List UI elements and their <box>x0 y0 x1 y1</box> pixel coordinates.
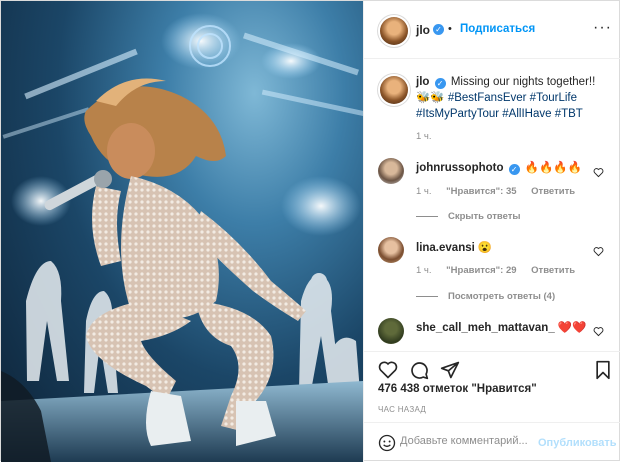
replies-divider <box>416 295 438 297</box>
post-photo[interactable] <box>1 1 363 462</box>
stage-performer-illustration <box>1 13 363 462</box>
verified-badge-icon: ✓ <box>433 24 444 35</box>
caption-verified-icon: ✓ <box>434 78 446 89</box>
comment-avatar[interactable] <box>378 237 404 263</box>
author-avatar[interactable] <box>380 17 408 45</box>
hashtag-link[interactable]: #AllIHave <box>502 108 551 120</box>
more-options-icon[interactable]: ··· <box>593 19 612 37</box>
hashtag-link[interactable]: #TBT <box>555 108 583 120</box>
comment-like-heart-icon[interactable] <box>593 246 604 257</box>
post-header: jlo ✓ • Подписаться ··· <box>364 1 620 59</box>
comment-bubble-icon[interactable] <box>409 360 429 380</box>
comment-username[interactable]: johnrussophoto <box>416 162 504 174</box>
comment-meta: 1 ч. "Нравится": 35 Ответить <box>416 186 587 197</box>
share-paper-plane-icon[interactable] <box>440 360 460 380</box>
comment-body: johnrussophoto ✓ 🔥🔥🔥🔥 <box>416 160 582 175</box>
caption-text: Missing our nights together!! <box>450 76 596 88</box>
caption-time[interactable]: 1 ч. <box>416 131 432 142</box>
hashtag-link[interactable]: #BestFansEver <box>448 92 527 104</box>
caption-username[interactable]: jlo <box>416 76 429 88</box>
comment-body: she_call_meh_mattavan_ ❤️❤️ <box>416 320 586 334</box>
comment-likes[interactable]: "Нравится": 29 <box>446 265 516 276</box>
publish-button[interactable]: Опубликовать <box>538 437 617 449</box>
comment-avatar[interactable] <box>378 318 404 344</box>
hashtag-link[interactable]: #ItsMyPartyTour <box>416 108 499 120</box>
caption-avatar[interactable] <box>380 76 408 104</box>
comment-likes[interactable]: "Нравится": 35 <box>446 186 516 197</box>
comment-input[interactable] <box>400 435 534 447</box>
comment-time[interactable]: 1 ч. <box>416 265 432 276</box>
comment-verified-icon: ✓ <box>508 164 520 175</box>
hashtag-link[interactable]: #TourLife <box>530 92 577 104</box>
save-bookmark-icon[interactable] <box>594 360 612 380</box>
like-heart-icon[interactable] <box>378 360 398 380</box>
hide-replies-button[interactable]: Скрыть ответы <box>416 211 521 222</box>
smile-icon[interactable] <box>378 434 396 452</box>
comment-text: 😮 <box>477 242 493 254</box>
view-replies-button[interactable]: Посмотреть ответы (4) <box>416 291 555 302</box>
likes-count[interactable]: 476 438 отметок "Нравится" <box>378 383 537 395</box>
comment-text: ❤️❤️ <box>557 322 587 334</box>
post-timestamp[interactable]: ЧАС НАЗАД <box>378 405 426 414</box>
post-actions-bar <box>364 351 620 380</box>
comment-username[interactable]: lina.evansi <box>416 242 475 254</box>
comment-like-heart-icon[interactable] <box>593 326 604 337</box>
comment-time[interactable]: 1 ч. <box>416 186 432 197</box>
comment-composer: Опубликовать <box>364 422 620 462</box>
replies-toggle-label: Скрыть ответы <box>448 211 521 222</box>
replies-divider <box>416 215 438 217</box>
comment-username[interactable]: she_call_meh_mattavan_ <box>416 322 555 334</box>
instagram-post: jlo ✓ • Подписаться ··· jlo ✓ Missing ou… <box>0 0 620 462</box>
comment-body: lina.evansi 😮 <box>416 240 492 254</box>
comment-avatar[interactable] <box>378 158 404 184</box>
post-caption: jlo ✓ Missing our nights together!! 🐝🐝 #… <box>416 74 612 122</box>
separator-dot: • <box>448 23 452 35</box>
follow-button[interactable]: Подписаться <box>460 23 535 35</box>
caption-emojis: 🐝🐝 <box>416 92 445 104</box>
comment-reply-button[interactable]: Ответить <box>531 265 575 276</box>
post-side-panel: jlo ✓ • Подписаться ··· jlo ✓ Missing ou… <box>363 1 620 462</box>
comment-text: 🔥🔥🔥🔥 <box>524 162 582 174</box>
author-username[interactable]: jlo <box>416 23 430 37</box>
comment-reply-button[interactable]: Ответить <box>531 186 575 197</box>
replies-toggle-label: Посмотреть ответы (4) <box>448 291 556 302</box>
comment-meta: 1 ч. "Нравится": 29 Ответить <box>416 265 587 276</box>
comment-like-heart-icon[interactable] <box>593 167 604 178</box>
